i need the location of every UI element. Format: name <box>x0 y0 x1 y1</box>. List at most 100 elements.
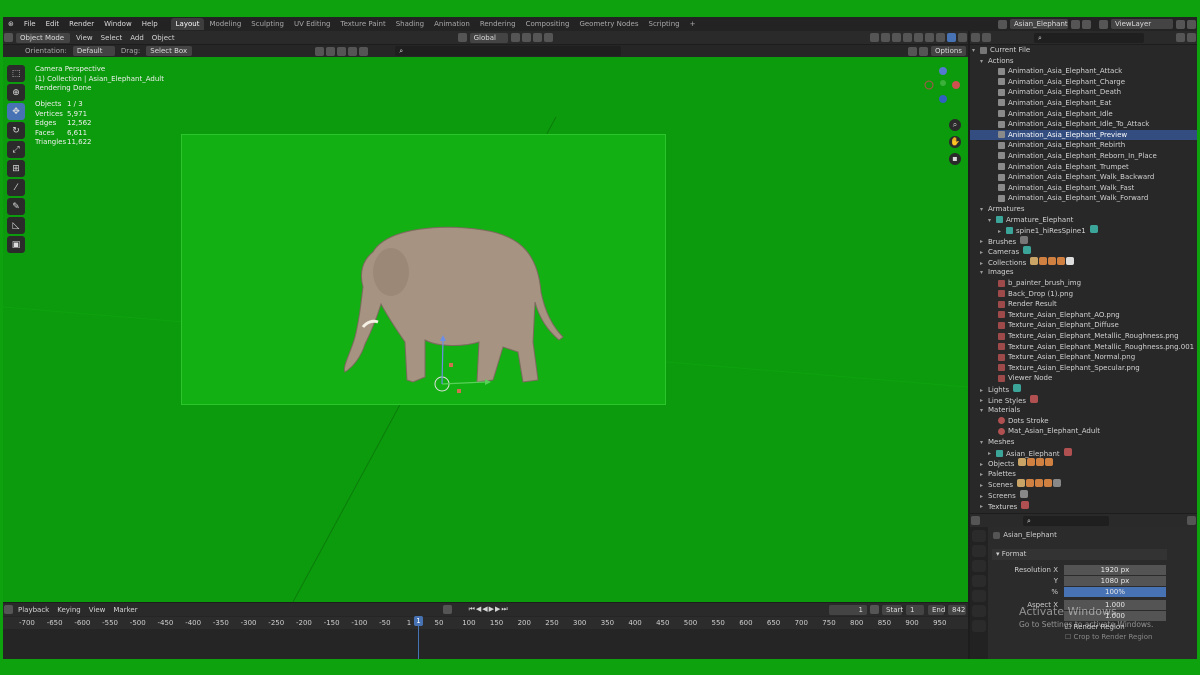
pan-hand-icon[interactable]: ✋ <box>949 136 961 148</box>
shading-options-icon[interactable] <box>958 33 967 42</box>
orientation-selector[interactable]: Default <box>72 46 115 56</box>
tree-action-item[interactable]: Animation_Asia_Elephant_Death <box>970 87 1197 98</box>
rotate-tool-icon[interactable]: ↻ <box>7 122 25 139</box>
tree-material-item[interactable]: Dots Stroke <box>970 416 1197 427</box>
tree-action-item[interactable]: Animation_Asia_Elephant_Idle <box>970 109 1197 120</box>
new-scene-icon[interactable] <box>1071 19 1080 29</box>
snap-icon[interactable] <box>521 33 531 42</box>
crop-checkbox[interactable]: ☐ Crop to Render Region <box>1065 633 1152 641</box>
tree-image-item[interactable]: Render Result <box>970 299 1197 310</box>
scene-props-icon[interactable] <box>972 590 986 602</box>
record-icon[interactable] <box>442 605 452 614</box>
sync-icon[interactable] <box>918 46 928 56</box>
start-frame-field[interactable]: 1 <box>906 604 924 615</box>
proportional-edit-icon[interactable] <box>543 33 553 42</box>
outliner-filter-icon[interactable] <box>1176 33 1185 42</box>
tree-screens[interactable]: ▸ Screens <box>970 489 1197 501</box>
tree-action-item[interactable]: Animation_Asia_Elephant_Idle_To_Attack <box>970 119 1197 130</box>
shading-wireframe-icon[interactable] <box>914 33 923 42</box>
menu-keying[interactable]: Keying <box>53 606 85 614</box>
playback-controls[interactable]: ⏮◀◀▶▶⏭ <box>465 605 513 614</box>
menu-render[interactable]: Render <box>64 20 99 28</box>
tree-actions[interactable]: ▾ Actions <box>970 56 1197 67</box>
mode-selector[interactable]: Object Mode <box>16 32 70 43</box>
tree-mesh-item[interactable]: ▸ Asian_Elephant <box>970 447 1197 459</box>
tree-cameras[interactable]: ▸ Cameras <box>970 246 1197 257</box>
select-invert-icon[interactable] <box>348 46 358 56</box>
measure-tool-icon[interactable]: ◺ <box>7 217 25 234</box>
overlay-icon[interactable] <box>892 33 901 42</box>
tree-action-item[interactable]: Animation_Asia_Elephant_Charge <box>970 77 1197 88</box>
menu-file[interactable]: File <box>19 20 41 28</box>
menu-add[interactable]: Add <box>126 34 148 42</box>
transform-gizmo[interactable] <box>423 327 503 407</box>
tree-image-item[interactable]: Texture_Asian_Elephant_Metallic_Roughnes… <box>970 331 1197 342</box>
tree-armature-item[interactable]: ▾ Armature_Elephant <box>970 215 1197 226</box>
move-tool-icon[interactable]: ✥ <box>7 103 25 120</box>
view-layer-props-icon[interactable] <box>972 575 986 587</box>
tree-objects[interactable]: ▸ Objects <box>970 458 1197 469</box>
tab-texture-paint[interactable]: Texture Paint <box>336 18 391 30</box>
select-intersect-icon[interactable] <box>359 46 369 56</box>
menu-help[interactable]: Help <box>137 20 163 28</box>
tree-meshes[interactable]: ▾ Meshes <box>970 437 1197 448</box>
resolution-y-field[interactable]: 1080 px <box>1064 576 1166 586</box>
tree-image-item[interactable]: Texture_Asian_Elephant_AO.png <box>970 310 1197 321</box>
tree-spine-item[interactable]: ▸ spine1_hiResSpine1 <box>970 225 1197 236</box>
tree-brushes[interactable]: ▸ Brushes <box>970 235 1197 247</box>
editor-type-icon[interactable] <box>4 33 13 42</box>
tree-action-item[interactable]: Animation_Asia_Elephant_Reborn_In_Place <box>970 151 1197 162</box>
tree-line-styles[interactable]: ▸ Line Styles <box>970 394 1197 406</box>
shading-material-icon[interactable] <box>936 33 945 42</box>
cursor-tool-icon[interactable]: ⊕ <box>7 84 25 101</box>
world-props-icon[interactable] <box>972 605 986 617</box>
snap-target-icon[interactable] <box>532 33 542 42</box>
draw-tool-icon[interactable]: ✎ <box>7 198 25 215</box>
tab-sculpting[interactable]: Sculpting <box>246 18 289 30</box>
navigation-gizmo[interactable] <box>921 65 961 111</box>
drag-selector[interactable]: Select Box <box>146 46 193 56</box>
scale-tool-icon[interactable]: ⤢ <box>7 141 25 158</box>
select-extend-icon[interactable] <box>326 46 336 56</box>
tree-image-item[interactable]: Texture_Asian_Elephant_Normal.png <box>970 352 1197 363</box>
playhead[interactable]: 1 <box>414 616 423 659</box>
outliner-search-field[interactable]: ⌕ <box>1034 32 1144 43</box>
annotate-tool-icon[interactable]: ⁄ <box>7 179 25 196</box>
tree-action-item[interactable]: Animation_Asia_Elephant_Walk_Forward <box>970 193 1197 204</box>
tree-collections[interactable]: ▸ Collections <box>970 256 1197 268</box>
tree-action-item[interactable]: Animation_Asia_Elephant_Trumpet <box>970 162 1197 173</box>
xray-icon[interactable] <box>903 33 912 42</box>
tab-uv-editing[interactable]: UV Editing <box>289 18 336 30</box>
tree-image-item[interactable]: Back_Drop (1).png <box>970 289 1197 300</box>
resolution-x-field[interactable]: 1920 px <box>1064 565 1166 575</box>
tree-action-item[interactable]: Animation_Asia_Elephant_Rebirth <box>970 140 1197 151</box>
new-view-layer-icon[interactable] <box>1176 19 1185 29</box>
tree-image-item[interactable]: Texture_Asian_Elephant_Specular.png <box>970 363 1197 374</box>
tree-armatures[interactable]: ▾ Armatures <box>970 204 1197 215</box>
options-dropdown[interactable]: Options <box>930 46 966 56</box>
tab-rendering[interactable]: Rendering <box>475 18 521 30</box>
object-props-icon[interactable] <box>972 620 986 632</box>
shading-rendered-icon[interactable] <box>947 33 956 42</box>
tab-scripting[interactable]: Scripting <box>644 18 685 30</box>
tab-geometry-nodes[interactable]: Geometry Nodes <box>574 18 643 30</box>
outliner-editor-icon[interactable] <box>971 33 980 42</box>
tab-animation[interactable]: Animation <box>429 18 475 30</box>
timeline-editor-icon[interactable] <box>4 605 13 614</box>
tree-lights[interactable]: ▸ Lights <box>970 384 1197 395</box>
render-props-icon[interactable] <box>972 545 986 557</box>
menu-select[interactable]: Select <box>97 34 127 42</box>
add-workspace-button[interactable]: + <box>685 18 701 30</box>
delete-scene-icon[interactable] <box>1082 19 1091 29</box>
resolution-percent-field[interactable]: 100% <box>1064 587 1166 597</box>
menu-playback[interactable]: Playback <box>14 606 53 614</box>
tool-props-icon[interactable] <box>972 530 986 542</box>
tree-action-item[interactable]: Animation_Asia_Elephant_Eat <box>970 98 1197 109</box>
add-cube-tool-icon[interactable]: ▣ <box>7 236 25 253</box>
tree-image-item[interactable]: Texture_Asian_Elephant_Diffuse <box>970 320 1197 331</box>
output-props-icon[interactable] <box>972 560 986 572</box>
properties-editor-icon[interactable] <box>971 516 980 525</box>
blender-logo-icon[interactable]: ⊛ <box>3 20 19 28</box>
menu-window[interactable]: Window <box>99 20 137 28</box>
menu-marker[interactable]: Marker <box>109 606 141 614</box>
